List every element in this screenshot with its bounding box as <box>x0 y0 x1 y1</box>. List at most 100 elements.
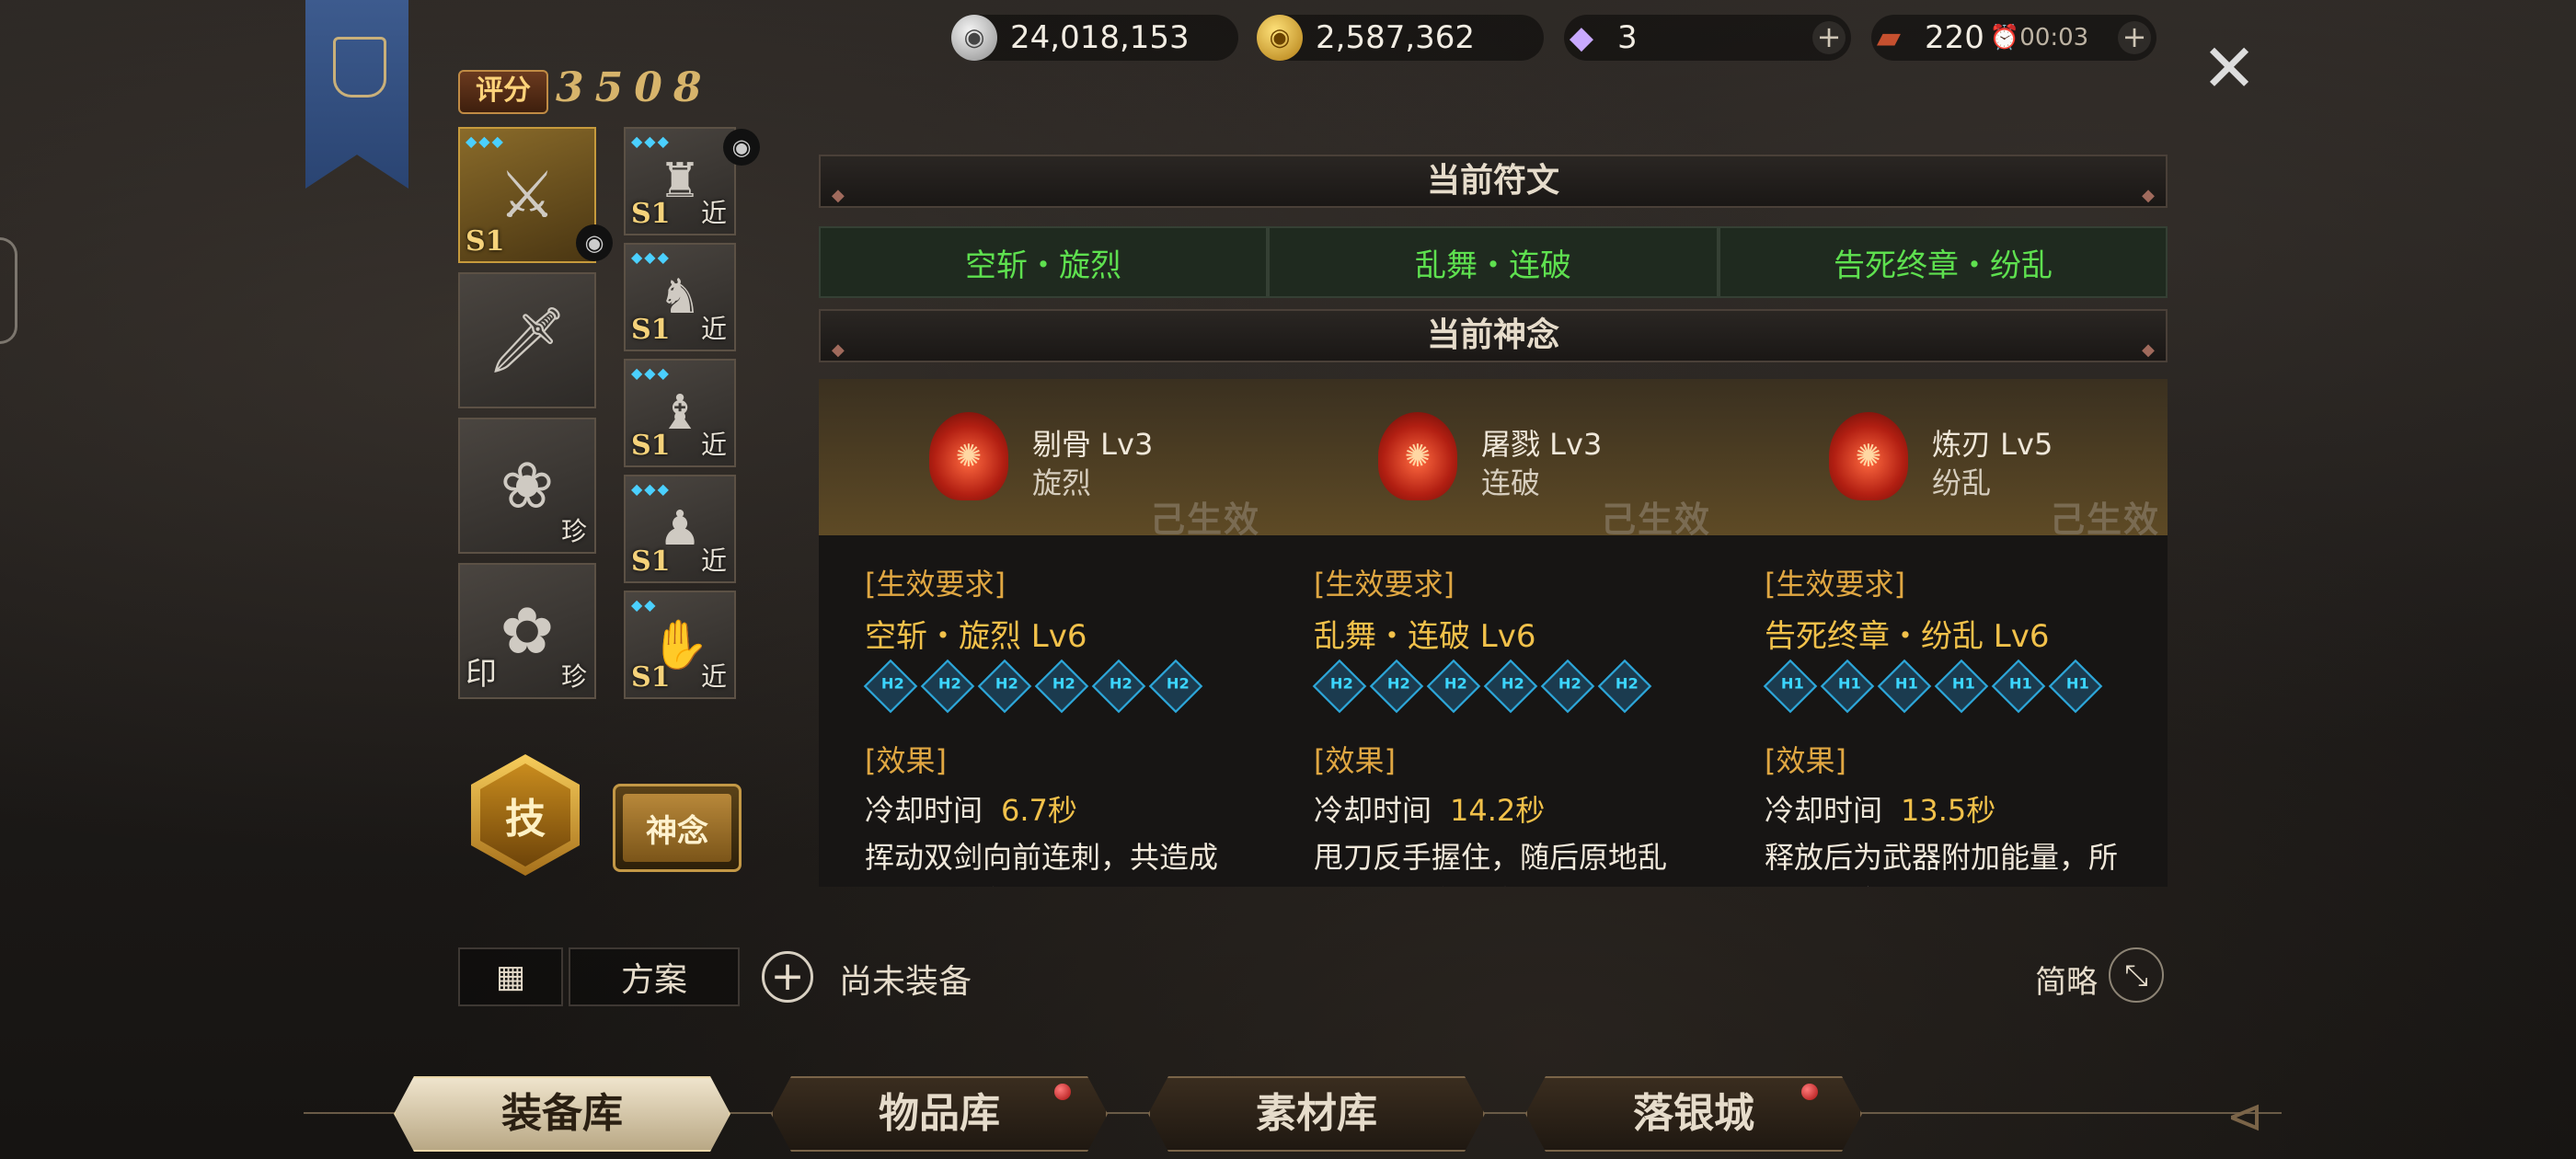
requirement-title: [生效要求] <box>1314 567 1455 602</box>
grid-view-button[interactable]: ▦ <box>458 947 563 1006</box>
alarm-clock-icon: ⏰ <box>1989 24 2020 52</box>
requirement-value: 乱舞・连破 Lv6 <box>1314 618 1536 655</box>
dagger-icon: 🗡 <box>486 302 569 378</box>
god-status: 己生效 <box>2049 499 2160 540</box>
god-status: 己生效 <box>1149 499 1260 540</box>
silver-currency: ◉ 24,018,153 <box>951 15 1238 61</box>
requirement-title: [生效要求] <box>865 567 1006 602</box>
gold-currency: ◉ 2,587,362 <box>1257 15 1544 61</box>
armor-slot-gloves[interactable]: ◆◆ ✋ S1 近 <box>624 591 736 699</box>
god-button-label: 神念 <box>623 794 731 862</box>
plan-button[interactable]: 方案 <box>569 947 740 1006</box>
eye-icon[interactable]: ◉ <box>576 224 613 261</box>
book-icon: ▰ <box>1876 19 1902 56</box>
cooldown-row: 冷却时间 6.7秒 <box>865 787 1077 830</box>
plan-label: 方案 <box>620 961 687 999</box>
slot-type-tag: 近 <box>700 314 727 344</box>
requirement-value: 空斩・旋烈 Lv6 <box>865 618 1087 655</box>
socket-gems-icon: ◆◆◆ <box>631 248 671 266</box>
god-status: 己生效 <box>1600 499 1711 540</box>
ring-slot[interactable]: ❀ 珍 <box>458 418 596 554</box>
god-card[interactable]: ✺ 屠戮 Lv3 连破 己生效 [生效要求] 乱舞・连破 Lv6 H2 H2 H… <box>1268 379 1720 887</box>
god-card[interactable]: ✺ 剔骨 Lv3 旋烈 己生效 [生效要求] 空斩・旋烈 Lv6 H2 H2 H… <box>819 379 1270 887</box>
amulet-slot[interactable]: ✿ 印 珍 <box>458 563 596 699</box>
ring-icon: ❀ <box>500 448 555 523</box>
gem-requirement-row: H2 H2 H2 H2 H2 H2 <box>1312 659 1652 714</box>
gem-icon: H2 <box>863 659 918 714</box>
runes-title: 当前符文 <box>1426 162 1559 200</box>
cooldown-label: 冷却时间 <box>1765 793 1883 828</box>
gem-icon: H1 <box>1820 659 1875 714</box>
gem-icon: H1 <box>1991 659 2046 714</box>
effect-description: 甩刀反手握住，随后原地乱舞造成多段伤害 <box>1314 840 1668 887</box>
socket-gems-icon: ◆◆ <box>631 596 658 614</box>
slot-type-tag: 近 <box>700 661 727 692</box>
gold-value: 2,587,362 <box>1316 19 1476 56</box>
unequipped-label: 尚未装备 <box>839 963 972 1001</box>
diamond-value: 3 <box>1617 19 1638 56</box>
god-sub: 旋烈 <box>1032 465 1092 500</box>
slot-type-tag: 近 <box>700 545 727 576</box>
collapse-arrows-icon[interactable]: ⤡ <box>2109 947 2164 1003</box>
rune-label: 乱舞・连破 <box>1415 247 1571 284</box>
rune-label: 告死终章・纷乱 <box>1834 247 2053 284</box>
stamina-currency: ▰ 220 ⏰ 00:03 + <box>1871 15 2156 61</box>
eye-icon[interactable]: ◉ <box>723 129 760 166</box>
diamond-icon: ◆ <box>1569 19 1594 56</box>
socket-gems-icon: ◆◆◆ <box>631 132 671 150</box>
god-header: ◆ 当前神念 ◆ <box>819 309 2168 362</box>
slot-type-tag: 近 <box>700 198 727 228</box>
add-stamina-button[interactable]: + <box>2118 21 2151 54</box>
diamond-currency: ◆ 3 + <box>1564 15 1851 61</box>
god-thought-button[interactable]: 神念 <box>613 784 742 872</box>
side-drawer-handle[interactable] <box>0 237 17 344</box>
socket-gems-icon: ◆◆◆ <box>466 132 505 150</box>
add-diamond-button[interactable]: + <box>1812 21 1846 54</box>
cooldown-row: 冷却时间 13.5秒 <box>1765 787 1995 830</box>
requirement-value: 告死终章・纷乱 Lv6 <box>1765 618 2050 655</box>
armor-slot-boots[interactable]: ◆◆◆ ♟ S1 近 <box>624 475 736 583</box>
effect-title: [效果] <box>865 743 947 778</box>
armor-slot-legs[interactable]: ◆◆◆ ♞ S1 近 <box>624 243 736 351</box>
slot-seal-tag: 印 <box>466 656 497 693</box>
slot-level: S1 <box>631 430 671 462</box>
slot-type-tag: 近 <box>700 430 727 460</box>
rune-cell[interactable]: 空斩・旋烈 <box>819 226 1268 298</box>
god-sub: 连破 <box>1481 465 1541 500</box>
stamina-value: 220 <box>1925 19 1984 56</box>
gem-icon: H1 <box>2048 659 2103 714</box>
rune-cell[interactable]: 乱舞・连破 <box>1268 226 1719 298</box>
god-name: 炼刃 Lv5 <box>1932 427 2053 462</box>
notification-dot <box>1801 1084 1818 1100</box>
gem-icon: H1 <box>1763 659 1818 714</box>
silver-value: 24,018,153 <box>1010 19 1190 56</box>
tab-equipment[interactable]: 装备库 <box>394 1076 730 1152</box>
god-name: 剔骨 Lv3 <box>1032 427 1154 462</box>
effect-title: [效果] <box>1765 743 1846 778</box>
gold-coin-icon: ◉ <box>1257 15 1303 61</box>
gem-requirement-row: H2 H2 H2 H2 H2 H2 <box>863 659 1203 714</box>
grid-icon: ▦ <box>495 958 526 995</box>
gem-icon: H2 <box>1597 659 1652 714</box>
slot-level: S1 <box>631 661 671 694</box>
simple-mode-label[interactable]: 简略 <box>2035 957 2098 1002</box>
close-icon[interactable]: ✕ <box>2197 35 2261 103</box>
runes-header: ◆ 当前符文 ◆ <box>819 155 2168 208</box>
tab-materials[interactable]: 素材库 <box>1148 1076 1485 1152</box>
armor-slot-chest[interactable]: ◆◆◆ ♜ S1 近 <box>624 127 736 235</box>
diamond-ornament-icon: ◆ <box>832 340 845 360</box>
guild-banner <box>305 0 408 189</box>
gem-icon: H2 <box>977 659 1032 714</box>
armor-slot-shoulders[interactable]: ◆◆◆ ♝ S1 近 <box>624 359 736 467</box>
god-card[interactable]: ✺ 炼刃 Lv5 纷乱 己生效 [生效要求] 告死终章・纷乱 Lv6 H1 H1… <box>1719 379 2168 887</box>
dual-swords-icon: ⚔ <box>498 157 557 233</box>
gem-icon: H2 <box>1483 659 1538 714</box>
add-plan-button[interactable]: + <box>762 951 813 1003</box>
gem-icon: H2 <box>1540 659 1595 714</box>
rune-cell[interactable]: 告死终章・纷乱 <box>1719 226 2168 298</box>
skill-button-label: 技 <box>480 763 570 866</box>
offhand-slot[interactable]: 🗡 <box>458 272 596 408</box>
slot-level: S1 <box>631 314 671 346</box>
skill-button[interactable]: 技 <box>471 754 580 876</box>
god-title: 当前神念 <box>1426 316 1559 354</box>
